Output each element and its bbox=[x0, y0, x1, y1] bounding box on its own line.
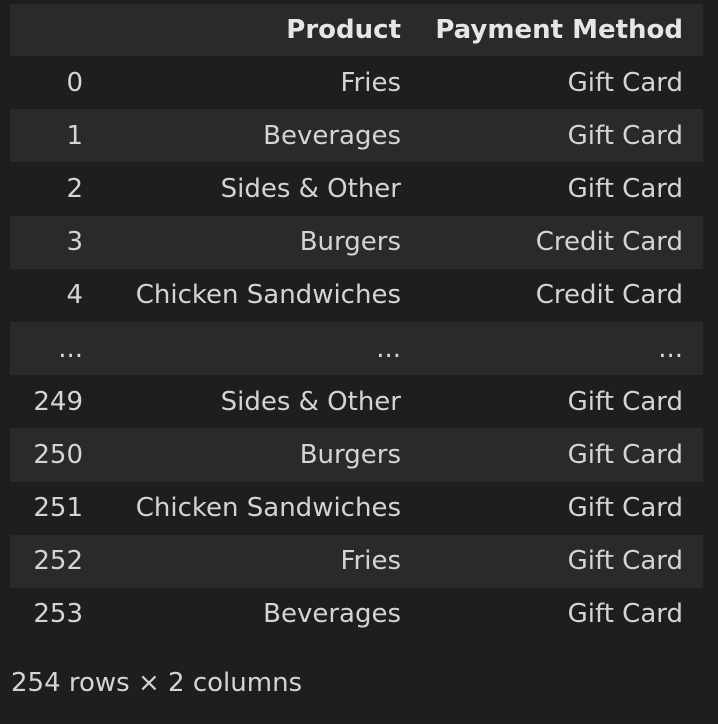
row-index: 253 bbox=[33, 599, 83, 630]
product-cell: Sides & Other bbox=[220, 173, 401, 204]
payment-method-cell: Gift Card bbox=[567, 546, 683, 577]
payment-method-cell: Gift Card bbox=[567, 173, 683, 204]
row-index: ... bbox=[58, 333, 83, 364]
table-summary: 254 rows × 2 columns bbox=[11, 668, 303, 698]
ellipsis-row: ... ... ... bbox=[10, 321, 703, 376]
header-index bbox=[10, 4, 83, 56]
product-cell: ... bbox=[376, 333, 401, 364]
table-row: 251 Chicken Sandwiches Gift Card bbox=[10, 482, 703, 535]
product-cell: Chicken Sandwiches bbox=[135, 493, 401, 524]
row-index: 4 bbox=[66, 280, 83, 311]
product-cell: Fries bbox=[340, 67, 401, 98]
product-cell: Beverages bbox=[263, 120, 401, 151]
product-cell: Fries bbox=[340, 546, 401, 577]
product-cell: Burgers bbox=[299, 439, 401, 470]
table-row: 253 Beverages Gift Card bbox=[10, 588, 703, 641]
table-row: 4 Chicken Sandwiches Credit Card bbox=[10, 269, 703, 322]
payment-method-cell: Gift Card bbox=[567, 493, 683, 524]
table-header-row: Product Payment Method bbox=[10, 4, 703, 56]
table-row: 250 Burgers Gift Card bbox=[10, 428, 703, 482]
table-row: 2 Sides & Other Gift Card bbox=[10, 162, 703, 215]
table-row: 0 Fries Gift Card bbox=[10, 56, 703, 109]
table-row: 252 Fries Gift Card bbox=[10, 534, 703, 588]
row-index: 249 bbox=[33, 386, 83, 417]
table-row: 3 Burgers Credit Card bbox=[10, 215, 703, 269]
dataframe-table: Product Payment Method 0 Fries Gift Card… bbox=[10, 4, 703, 641]
header-payment-method: Payment Method bbox=[435, 15, 683, 45]
product-cell: Sides & Other bbox=[220, 386, 401, 417]
payment-method-cell: Gift Card bbox=[567, 120, 683, 151]
product-cell: Beverages bbox=[263, 599, 401, 630]
row-index: 250 bbox=[33, 439, 83, 470]
row-index: 0 bbox=[66, 67, 83, 98]
product-cell: Burgers bbox=[299, 227, 401, 258]
row-index: 1 bbox=[66, 120, 83, 151]
payment-method-cell: Credit Card bbox=[535, 227, 683, 258]
header-product: Product bbox=[286, 15, 401, 45]
payment-method-cell: Gift Card bbox=[567, 67, 683, 98]
payment-method-cell: Gift Card bbox=[567, 439, 683, 470]
product-cell: Chicken Sandwiches bbox=[135, 280, 401, 311]
payment-method-cell: ... bbox=[658, 333, 683, 364]
row-index: 251 bbox=[33, 493, 83, 524]
row-index: 3 bbox=[66, 227, 83, 258]
table-row: 249 Sides & Other Gift Card bbox=[10, 375, 703, 428]
row-index: 252 bbox=[33, 546, 83, 577]
payment-method-cell: Credit Card bbox=[535, 280, 683, 311]
table-row: 1 Beverages Gift Card bbox=[10, 109, 703, 163]
payment-method-cell: Gift Card bbox=[567, 386, 683, 417]
payment-method-cell: Gift Card bbox=[567, 599, 683, 630]
row-index: 2 bbox=[66, 173, 83, 204]
